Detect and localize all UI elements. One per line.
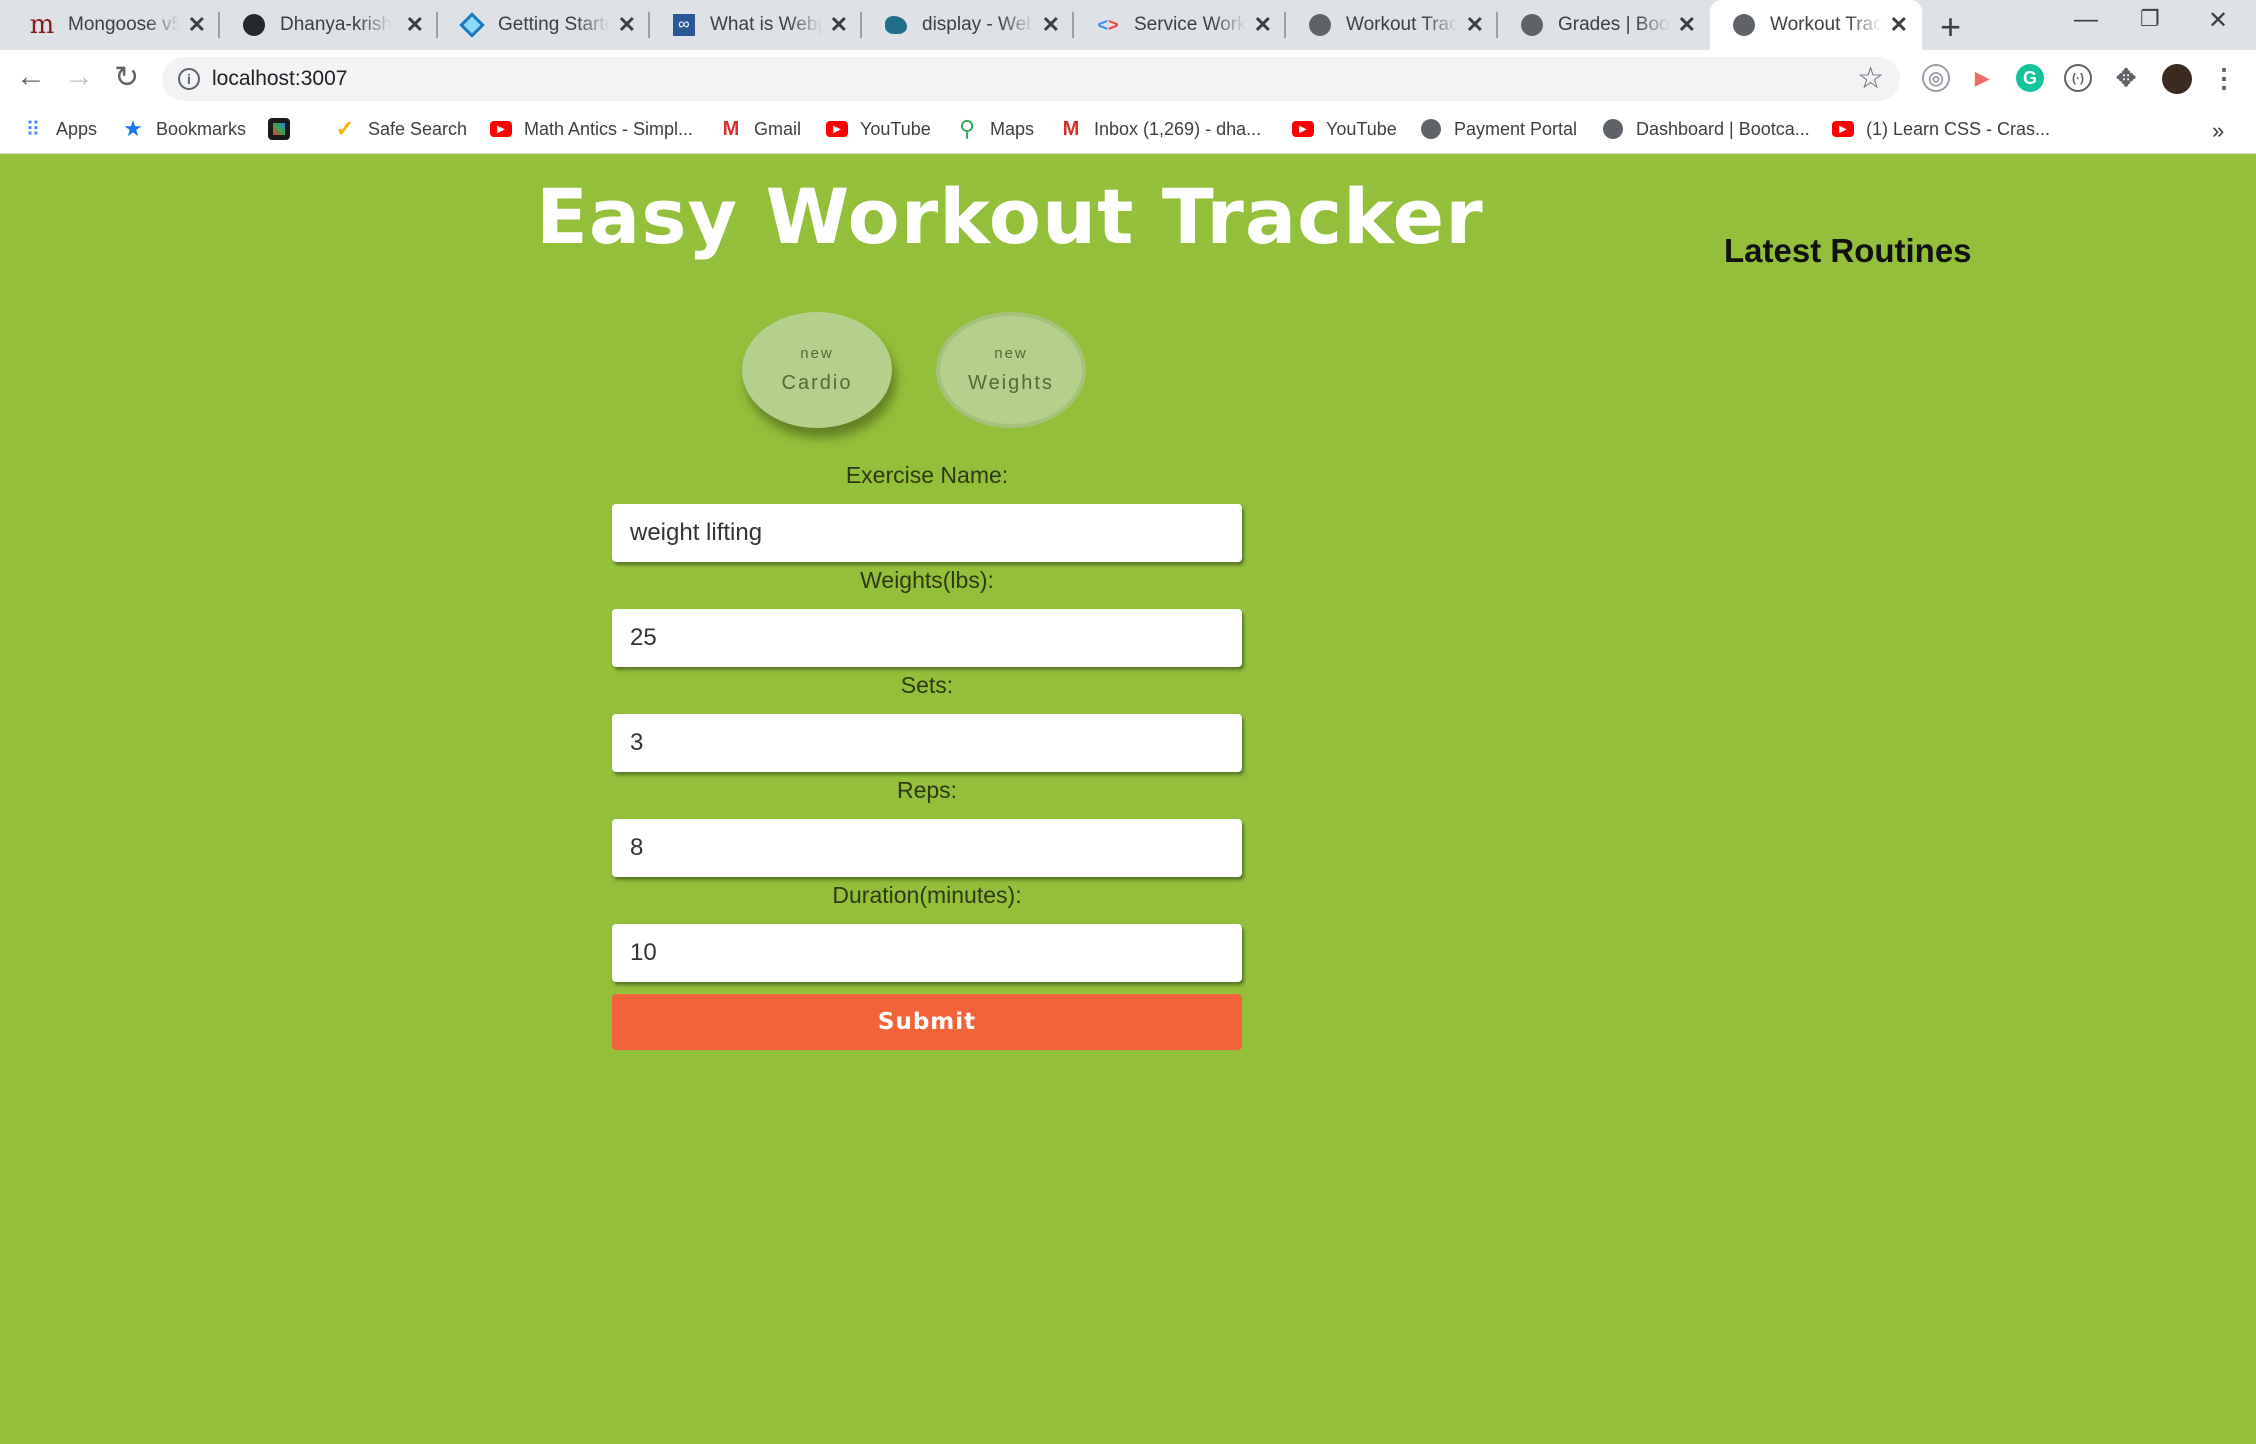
submit-button[interactable]: Submit bbox=[612, 994, 1242, 1050]
close-icon[interactable]: ✕ bbox=[618, 12, 636, 38]
site-info-icon[interactable]: i bbox=[178, 68, 200, 90]
reps-input[interactable] bbox=[612, 819, 1242, 877]
close-icon[interactable]: ✕ bbox=[1678, 12, 1696, 38]
webpack-icon bbox=[459, 12, 485, 38]
close-icon[interactable]: ✕ bbox=[1042, 12, 1060, 38]
tab-grades[interactable]: Grades | Bootc ✕ bbox=[1498, 0, 1710, 50]
puzzle-extensions-icon[interactable]: ✥ bbox=[2112, 64, 2140, 92]
star-icon: ★ bbox=[123, 116, 143, 141]
tab-webpack[interactable]: Getting Started ✕ bbox=[438, 0, 650, 50]
restore-icon[interactable]: ❐ bbox=[2140, 6, 2160, 32]
window-close-icon[interactable]: ✕ bbox=[2208, 6, 2228, 35]
bookmark-bookmarks[interactable]: ★ Bookmarks bbox=[122, 116, 246, 141]
browser-toolbar: ← → ↻ i localhost:3007 ☆ ◎ ▶ G (·) ✥ ⋮ bbox=[0, 50, 2256, 108]
dev-extension-icon[interactable]: (·) bbox=[2064, 64, 2092, 92]
bookmark-learn-css[interactable]: ▶ (1) Learn CSS - Cras... bbox=[1832, 118, 2050, 140]
bookmark-colorful[interactable] bbox=[268, 118, 302, 140]
profile-avatar[interactable] bbox=[2162, 64, 2192, 94]
bookmark-safe-search[interactable]: ✓ Safe Search bbox=[334, 116, 467, 141]
grammarly-icon[interactable]: G bbox=[2016, 64, 2044, 92]
tab-mongoose[interactable]: m Mongoose v5. ✕ bbox=[8, 0, 220, 50]
bookmark-math-antics[interactable]: ▶ Math Antics - Simpl... bbox=[490, 118, 693, 140]
infinity-icon: ∞ bbox=[672, 13, 696, 37]
screencast-extension-icon[interactable]: ▶ bbox=[1968, 64, 1996, 92]
tab-display-mdn[interactable]: display - Web ✕ bbox=[862, 0, 1074, 50]
duration-label: Duration(minutes): bbox=[832, 882, 1022, 908]
youtube-icon: ▶ bbox=[490, 118, 512, 140]
tab-workout-tracker[interactable]: Workout Track ✕ bbox=[1286, 0, 1498, 50]
new-tab-plus-icon[interactable]: + bbox=[1940, 6, 1961, 48]
bookmarks-bar: ⠿ Apps ★ Bookmarks ✓ Safe Search ▶ Math … bbox=[0, 108, 2256, 154]
gmail-icon: M bbox=[722, 117, 740, 140]
youtube-icon: ▶ bbox=[1292, 118, 1314, 140]
weights-label: Weights(lbs): bbox=[860, 567, 994, 593]
close-icon[interactable]: ✕ bbox=[830, 12, 848, 38]
new-cardio-button[interactable]: new Cardio bbox=[742, 312, 892, 428]
close-icon[interactable]: ✕ bbox=[1254, 12, 1272, 38]
reps-label: Reps: bbox=[896, 777, 958, 803]
minimize-icon[interactable]: — bbox=[2074, 6, 2098, 34]
globe-icon bbox=[1520, 13, 1544, 37]
gmail-icon: M bbox=[1062, 117, 1080, 140]
apps-grid-icon: ⠿ bbox=[25, 118, 41, 141]
reload-icon[interactable]: ↻ bbox=[114, 60, 139, 95]
bookmark-payment-portal[interactable]: Payment Portal bbox=[1420, 118, 1577, 140]
globe-icon bbox=[1602, 118, 1624, 140]
close-icon[interactable]: ✕ bbox=[188, 12, 206, 38]
bookmarks-overflow-icon[interactable]: » bbox=[2212, 118, 2224, 144]
maps-icon: ⚲ bbox=[958, 116, 976, 141]
github-icon bbox=[242, 13, 266, 37]
youtube-icon: ▶ bbox=[826, 118, 848, 140]
page-content: Easy Workout Tracker Latest Routines new… bbox=[0, 154, 2256, 1444]
browser-tab-bar: m Mongoose v5. ✕ Dhanya-krishn ✕ Getting… bbox=[0, 0, 2256, 50]
bookmark-dashboard[interactable]: Dashboard | Bootca... bbox=[1602, 118, 1810, 140]
close-icon[interactable]: ✕ bbox=[1890, 12, 1908, 38]
weights-input[interactable] bbox=[612, 609, 1242, 667]
bookmark-inbox[interactable]: M Inbox (1,269) - dha... bbox=[1060, 118, 1261, 140]
bookmark-apps[interactable]: ⠿ Apps bbox=[22, 118, 97, 141]
back-arrow-icon[interactable]: ← bbox=[16, 60, 46, 94]
close-icon[interactable]: ✕ bbox=[406, 12, 424, 38]
latest-routines-heading: Latest Routines bbox=[1724, 232, 1972, 269]
safe-search-icon: ✓ bbox=[335, 116, 355, 141]
bookmark-maps[interactable]: ⚲ Maps bbox=[956, 116, 1034, 141]
globe-icon bbox=[1420, 118, 1442, 140]
globe-icon bbox=[1732, 13, 1756, 37]
google-dev-icon: <> bbox=[1097, 14, 1119, 35]
sets-input[interactable] bbox=[612, 714, 1242, 772]
globe-icon bbox=[1308, 13, 1332, 37]
tab-service-worker[interactable]: <> Service Worker ✕ bbox=[1074, 0, 1286, 50]
bookmark-youtube[interactable]: ▶ YouTube bbox=[826, 118, 931, 140]
bookmark-gmail[interactable]: M Gmail bbox=[720, 118, 801, 140]
forward-arrow-icon[interactable]: → bbox=[64, 60, 94, 94]
new-weights-button[interactable]: new Weights bbox=[936, 312, 1086, 428]
address-bar[interactable]: i localhost:3007 ☆ bbox=[162, 57, 1900, 101]
mongoose-icon: m bbox=[29, 10, 55, 40]
tab-github[interactable]: Dhanya-krishn ✕ bbox=[220, 0, 438, 50]
close-icon[interactable]: ✕ bbox=[1466, 12, 1484, 38]
bookmark-youtube-2[interactable]: ▶ YouTube bbox=[1292, 118, 1397, 140]
exercise-name-label: Exercise Name: bbox=[845, 462, 1009, 488]
bookmark-star-icon[interactable]: ☆ bbox=[1857, 61, 1884, 96]
duration-input[interactable] bbox=[612, 924, 1242, 982]
youtube-icon: ▶ bbox=[1832, 118, 1854, 140]
page-title: Easy Workout Tracker bbox=[536, 172, 1484, 261]
menu-kebab-icon[interactable]: ⋮ bbox=[2210, 63, 2238, 93]
url-text[interactable]: localhost:3007 bbox=[212, 67, 347, 91]
mdn-icon bbox=[884, 13, 908, 37]
exercise-name-input[interactable] bbox=[612, 504, 1242, 562]
colorful-icon bbox=[268, 118, 290, 140]
sets-label: Sets: bbox=[900, 672, 954, 698]
tab-what-is-webpack[interactable]: ∞ What is Webpack ✕ bbox=[650, 0, 862, 50]
extension-icon[interactable]: ◎ bbox=[1922, 64, 1950, 92]
tab-workout-tracker-active[interactable]: Workout Track ✕ bbox=[1710, 0, 1922, 50]
